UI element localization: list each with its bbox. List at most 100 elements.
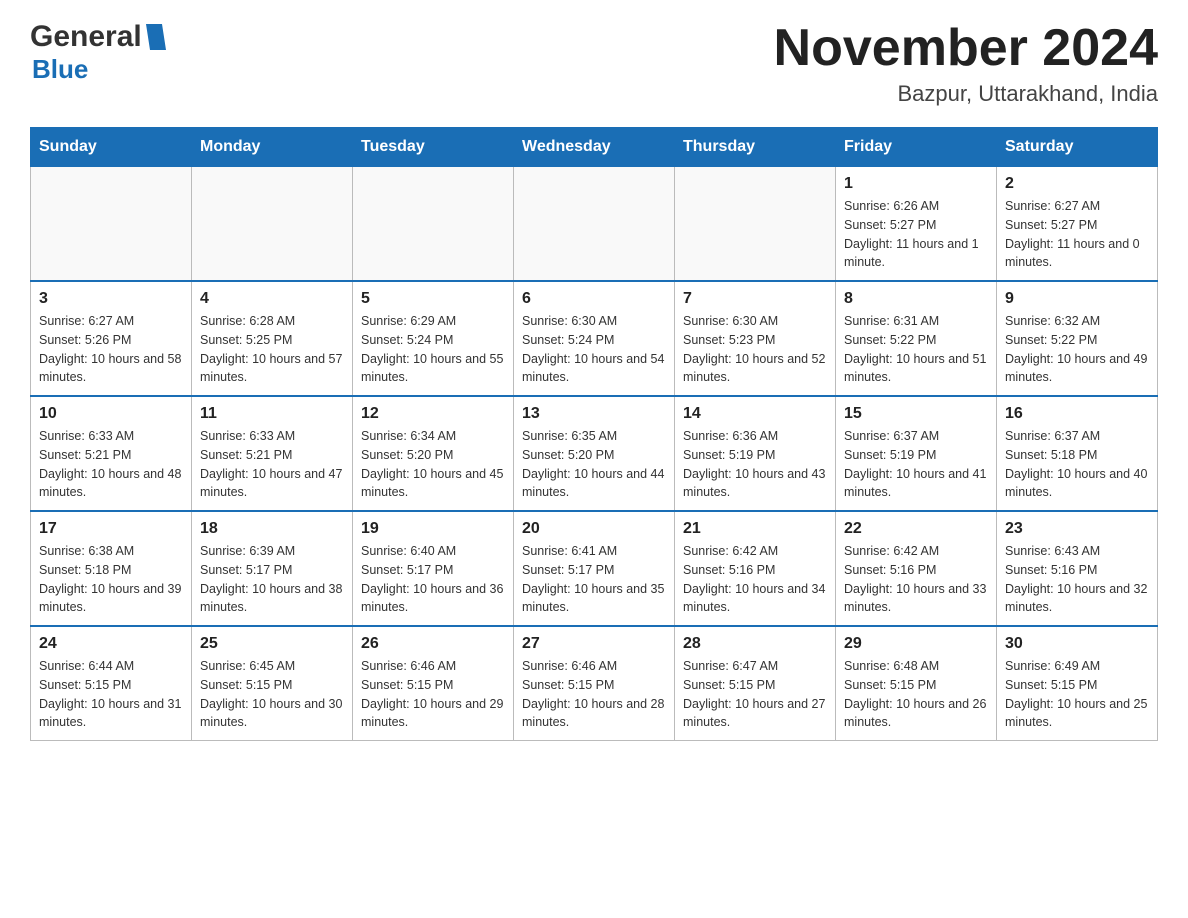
calendar-week-3: 10 Sunrise: 6:33 AM Sunset: 5:21 PM Dayli… — [31, 396, 1158, 511]
day-info: Sunrise: 6:37 AM Sunset: 5:19 PM Dayligh… — [844, 427, 988, 502]
day-info: Sunrise: 6:48 AM Sunset: 5:15 PM Dayligh… — [844, 657, 988, 732]
day-number: 10 — [39, 405, 183, 423]
day-info: Sunrise: 6:41 AM Sunset: 5:17 PM Dayligh… — [522, 542, 666, 617]
calendar-week-1: 1 Sunrise: 6:26 AM Sunset: 5:27 PM Daylig… — [31, 167, 1158, 282]
calendar-week-2: 3 Sunrise: 6:27 AM Sunset: 5:26 PM Daylig… — [31, 281, 1158, 396]
day-info: Sunrise: 6:46 AM Sunset: 5:15 PM Dayligh… — [361, 657, 505, 732]
day-info: Sunrise: 6:43 AM Sunset: 5:16 PM Dayligh… — [1005, 542, 1149, 617]
day-info: Sunrise: 6:36 AM Sunset: 5:19 PM Dayligh… — [683, 427, 827, 502]
calendar-cell — [514, 167, 675, 282]
day-info: Sunrise: 6:38 AM Sunset: 5:18 PM Dayligh… — [39, 542, 183, 617]
day-number: 19 — [361, 520, 505, 538]
calendar-cell: 15 Sunrise: 6:37 AM Sunset: 5:19 PM Dayli… — [836, 396, 997, 511]
day-info: Sunrise: 6:27 AM Sunset: 5:27 PM Dayligh… — [1005, 197, 1149, 272]
day-info: Sunrise: 6:40 AM Sunset: 5:17 PM Dayligh… — [361, 542, 505, 617]
calendar-cell: 28Sunrise: 6:47 AM Sunset: 5:15 PM Dayli… — [675, 626, 836, 741]
calendar-cell: 30Sunrise: 6:49 AM Sunset: 5:15 PM Dayli… — [997, 626, 1158, 741]
day-number: 11 — [200, 405, 344, 423]
calendar-cell: 17Sunrise: 6:38 AM Sunset: 5:18 PM Dayli… — [31, 511, 192, 626]
day-info: Sunrise: 6:31 AM Sunset: 5:22 PM Dayligh… — [844, 312, 988, 387]
calendar-cell — [192, 167, 353, 282]
calendar-header-saturday: Saturday — [997, 128, 1158, 167]
day-number: 24 — [39, 635, 183, 653]
calendar-header-tuesday: Tuesday — [353, 128, 514, 167]
calendar-cell: 3 Sunrise: 6:27 AM Sunset: 5:26 PM Daylig… — [31, 281, 192, 396]
day-info: Sunrise: 6:26 AM Sunset: 5:27 PM Dayligh… — [844, 197, 988, 272]
day-info: Sunrise: 6:30 AM Sunset: 5:24 PM Dayligh… — [522, 312, 666, 387]
location-title: Bazpur, Uttarakhand, India — [774, 81, 1158, 107]
day-number: 5 — [361, 290, 505, 308]
calendar-cell: 13Sunrise: 6:35 AM Sunset: 5:20 PM Dayli… — [514, 396, 675, 511]
day-number: 22 — [844, 520, 988, 538]
calendar-cell — [675, 167, 836, 282]
day-info: Sunrise: 6:32 AM Sunset: 5:22 PM Dayligh… — [1005, 312, 1149, 387]
day-info: Sunrise: 6:45 AM Sunset: 5:15 PM Dayligh… — [200, 657, 344, 732]
calendar-week-5: 24 Sunrise: 6:44 AM Sunset: 5:15 PM Dayli… — [31, 626, 1158, 741]
day-number: 25 — [200, 635, 344, 653]
day-info: Sunrise: 6:42 AM Sunset: 5:16 PM Dayligh… — [683, 542, 827, 617]
day-number: 9 — [1005, 290, 1149, 308]
calendar-cell: 23 Sunrise: 6:43 AM Sunset: 5:16 PM Dayli… — [997, 511, 1158, 626]
day-info: Sunrise: 6:44 AM Sunset: 5:15 PM Dayligh… — [39, 657, 183, 732]
calendar-header-wednesday: Wednesday — [514, 128, 675, 167]
day-info: Sunrise: 6:39 AM Sunset: 5:17 PM Dayligh… — [200, 542, 344, 617]
day-info: Sunrise: 6:34 AM Sunset: 5:20 PM Dayligh… — [361, 427, 505, 502]
calendar-cell: 11 Sunrise: 6:33 AM Sunset: 5:21 PM Dayli… — [192, 396, 353, 511]
day-info: Sunrise: 6:33 AM Sunset: 5:21 PM Dayligh… — [200, 427, 344, 502]
day-number: 14 — [683, 405, 827, 423]
calendar-cell: 25 Sunrise: 6:45 AM Sunset: 5:15 PM Dayli… — [192, 626, 353, 741]
calendar-cell: 24 Sunrise: 6:44 AM Sunset: 5:15 PM Dayli… — [31, 626, 192, 741]
day-number: 1 — [844, 175, 988, 193]
day-number: 23 — [1005, 520, 1149, 538]
calendar-week-4: 17Sunrise: 6:38 AM Sunset: 5:18 PM Dayli… — [31, 511, 1158, 626]
day-number: 16 — [1005, 405, 1149, 423]
calendar-cell: 8 Sunrise: 6:31 AM Sunset: 5:22 PM Daylig… — [836, 281, 997, 396]
day-number: 20 — [522, 520, 666, 538]
day-info: Sunrise: 6:30 AM Sunset: 5:23 PM Dayligh… — [683, 312, 827, 387]
day-number: 8 — [844, 290, 988, 308]
month-title: November 2024 — [774, 20, 1158, 77]
logo: General Blue — [30, 20, 166, 85]
calendar-header-friday: Friday — [836, 128, 997, 167]
day-number: 21 — [683, 520, 827, 538]
calendar-cell: 26 Sunrise: 6:46 AM Sunset: 5:15 PM Dayli… — [353, 626, 514, 741]
calendar-header-thursday: Thursday — [675, 128, 836, 167]
calendar-cell: 29 Sunrise: 6:48 AM Sunset: 5:15 PM Dayli… — [836, 626, 997, 741]
calendar-cell — [353, 167, 514, 282]
calendar-cell: 10 Sunrise: 6:33 AM Sunset: 5:21 PM Dayli… — [31, 396, 192, 511]
day-number: 7 — [683, 290, 827, 308]
day-number: 18 — [200, 520, 344, 538]
day-number: 12 — [361, 405, 505, 423]
day-info: Sunrise: 6:49 AM Sunset: 5:15 PM Dayligh… — [1005, 657, 1149, 732]
day-number: 26 — [361, 635, 505, 653]
day-number: 3 — [39, 290, 183, 308]
title-block: November 2024 Bazpur, Uttarakhand, India — [774, 20, 1158, 107]
day-info: Sunrise: 6:33 AM Sunset: 5:21 PM Dayligh… — [39, 427, 183, 502]
day-info: Sunrise: 6:42 AM Sunset: 5:16 PM Dayligh… — [844, 542, 988, 617]
logo-blue-text: Blue — [32, 54, 88, 84]
calendar-table: SundayMondayTuesdayWednesdayThursdayFrid… — [30, 127, 1158, 741]
day-number: 2 — [1005, 175, 1149, 193]
calendar-cell: 21 Sunrise: 6:42 AM Sunset: 5:16 PM Dayli… — [675, 511, 836, 626]
calendar-header-row: SundayMondayTuesdayWednesdayThursdayFrid… — [31, 128, 1158, 167]
logo-arrow-icon — [144, 24, 166, 50]
calendar-cell: 7 Sunrise: 6:30 AM Sunset: 5:23 PM Daylig… — [675, 281, 836, 396]
calendar-cell: 2 Sunrise: 6:27 AM Sunset: 5:27 PM Daylig… — [997, 167, 1158, 282]
calendar-cell: 12 Sunrise: 6:34 AM Sunset: 5:20 PM Dayli… — [353, 396, 514, 511]
calendar-header-monday: Monday — [192, 128, 353, 167]
calendar-cell: 20 Sunrise: 6:41 AM Sunset: 5:17 PM Dayli… — [514, 511, 675, 626]
calendar-cell: 22 Sunrise: 6:42 AM Sunset: 5:16 PM Dayli… — [836, 511, 997, 626]
day-number: 15 — [844, 405, 988, 423]
day-info: Sunrise: 6:29 AM Sunset: 5:24 PM Dayligh… — [361, 312, 505, 387]
calendar-cell: 18 Sunrise: 6:39 AM Sunset: 5:17 PM Dayli… — [192, 511, 353, 626]
day-number: 6 — [522, 290, 666, 308]
calendar-cell: 1 Sunrise: 6:26 AM Sunset: 5:27 PM Daylig… — [836, 167, 997, 282]
day-number: 27 — [522, 635, 666, 653]
calendar-header-sunday: Sunday — [31, 128, 192, 167]
calendar-cell: 27 Sunrise: 6:46 AM Sunset: 5:15 PM Dayli… — [514, 626, 675, 741]
day-info: Sunrise: 6:46 AM Sunset: 5:15 PM Dayligh… — [522, 657, 666, 732]
day-info: Sunrise: 6:27 AM Sunset: 5:26 PM Dayligh… — [39, 312, 183, 387]
calendar-cell: 16Sunrise: 6:37 AM Sunset: 5:18 PM Dayli… — [997, 396, 1158, 511]
day-number: 29 — [844, 635, 988, 653]
day-number: 28 — [683, 635, 827, 653]
